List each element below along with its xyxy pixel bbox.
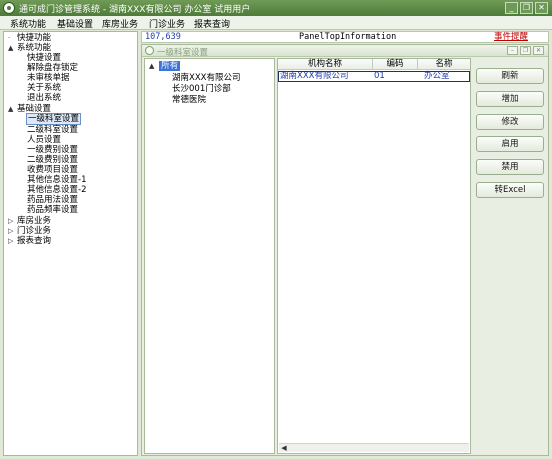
export-excel-button[interactable]: 转Excel: [476, 182, 544, 198]
nav-item-label: 解除盘存锁定: [27, 63, 79, 73]
event-reminder-link[interactable]: 事件提醒: [494, 32, 528, 43]
menu-storage[interactable]: 库房业务: [102, 17, 138, 30]
nav-item-label: 其他信息设置-2: [27, 185, 87, 195]
nav-item-label: 药品频率设置: [27, 205, 79, 215]
menu-clinic[interactable]: 门诊业务: [149, 17, 185, 30]
enable-button[interactable]: 启用: [476, 136, 544, 152]
disable-button[interactable]: 禁用: [476, 159, 544, 175]
org-tree-item[interactable]: 常德医院: [172, 95, 206, 106]
menu-bar: 系统功能 基础设置 库房业务 门诊业务 报表查询: [0, 16, 552, 30]
menu-settings[interactable]: 基础设置: [57, 17, 93, 30]
app-icon: [3, 2, 15, 14]
org-tree-item-label: 湖南XXX有限公司: [172, 73, 241, 83]
nav-item-label: 药品用法设置: [27, 195, 79, 205]
action-panel: 刷新 增加 修改 启用 禁用 转Excel: [474, 58, 548, 454]
dept-grid: 机构名称 编码 名称 湖南XXX有限公司 01 办公室 ◀: [277, 58, 471, 454]
nav-item-label: 门诊业务: [17, 226, 52, 236]
child-minimize-button[interactable]: –: [507, 46, 518, 55]
nav-item-drug-frequency[interactable]: 药品频率设置: [26, 205, 79, 216]
menu-reports[interactable]: 报表查询: [194, 17, 230, 30]
child-window-title: 一级科室设置: [157, 48, 209, 58]
nav-item-label: 报表查询: [17, 236, 52, 246]
expand-arrow-icon[interactable]: ▷: [8, 236, 15, 247]
nav-item-label: 人员设置: [27, 135, 62, 145]
edit-button[interactable]: 修改: [476, 114, 544, 130]
nav-item-label: 收费项目设置: [27, 165, 79, 175]
cell-org-name: 湖南XXX有限公司: [280, 71, 349, 81]
org-tree-root-label: 所有: [159, 61, 181, 71]
horizontal-scrollbar[interactable]: ◀: [279, 443, 469, 452]
refresh-button[interactable]: 刷新: [476, 68, 544, 84]
grid-header: 机构名称 编码 名称: [278, 59, 470, 70]
collapse-arrow-icon[interactable]: ▲: [149, 62, 154, 70]
nav-item-label: 二级费别设置: [27, 155, 79, 165]
nav-item-label: 系统功能: [17, 43, 52, 53]
nav-item-label: 二级科室设置: [27, 125, 79, 135]
close-button[interactable]: ✕: [535, 2, 548, 14]
dept-settings-window: 一级科室设置 – ❐ ✕ ▲ 所有 湖南XXX有限公司 长沙001门诊部 常德医…: [141, 44, 549, 456]
child-restore-button[interactable]: ❐: [520, 46, 531, 55]
nav-item-label: 一级科室设置: [26, 113, 82, 125]
org-tree-root[interactable]: ▲ 所有: [149, 61, 181, 72]
column-header-code[interactable]: 编码: [373, 59, 418, 70]
collapse-arrow-icon[interactable]: ▲: [8, 104, 15, 115]
nav-item-exit[interactable]: 退出系统: [26, 93, 62, 104]
add-button[interactable]: 增加: [476, 91, 544, 107]
scroll-left-icon[interactable]: ◀: [280, 444, 288, 452]
info-bar: 107,639 PanelTopInformation 事件提醒: [141, 31, 549, 43]
nav-item-label: 退出系统: [27, 93, 62, 103]
menu-system[interactable]: 系统功能: [10, 17, 46, 30]
nav-tree: · 快捷功能 ▲ 系统功能 快捷设置 解除盘存锁定 未审核单据 关于系统 退出系…: [3, 31, 138, 456]
org-tree-item[interactable]: 长沙001门诊部: [172, 84, 231, 95]
org-tree: ▲ 所有 湖南XXX有限公司 长沙001门诊部 常德医院: [144, 58, 275, 454]
cell-name: 办公室: [424, 71, 450, 81]
child-title-bar: 一级科室设置 – ❐ ✕: [142, 45, 548, 58]
nav-item-label: 快捷功能: [17, 33, 52, 43]
nav-item-reports[interactable]: ▷ 报表查询: [8, 236, 52, 247]
column-header-org-name[interactable]: 机构名称: [278, 59, 373, 70]
child-close-button[interactable]: ✕: [533, 46, 544, 55]
nav-item-label: 一级费别设置: [27, 145, 79, 155]
nav-item-dept-level1[interactable]: 一级科室设置: [26, 113, 82, 125]
nav-item-label: 其他信息设置-1: [27, 175, 87, 185]
org-tree-item-label: 常德医院: [172, 95, 207, 105]
title-bar: 通可成门诊管理系统 - 湖南XXX有限公司 办公室 试用用户 _ ❐ ✕: [0, 0, 552, 16]
nav-item-label: 快捷设置: [27, 53, 62, 63]
nav-item-label: 关于系统: [27, 83, 62, 93]
window-title: 通可成门诊管理系统 - 湖南XXX有限公司 办公室 试用用户: [19, 5, 251, 15]
minimize-button[interactable]: _: [505, 2, 518, 14]
org-tree-item[interactable]: 湖南XXX有限公司: [172, 73, 240, 84]
nav-item-label: 未审核单据: [27, 73, 70, 83]
org-tree-item-label: 长沙001门诊部: [172, 84, 231, 94]
table-row[interactable]: 湖南XXX有限公司 01 办公室: [278, 71, 470, 82]
cell-code: 01: [374, 71, 385, 81]
window-icon: [145, 46, 154, 55]
panel-top-information: PanelTopInformation: [299, 32, 397, 42]
nav-item-label: 库房业务: [17, 216, 52, 226]
collapse-arrow-icon[interactable]: ▲: [8, 43, 15, 54]
column-header-name[interactable]: 名称: [418, 59, 470, 70]
record-count: 107,639: [145, 32, 181, 42]
restore-button[interactable]: ❐: [520, 2, 533, 14]
